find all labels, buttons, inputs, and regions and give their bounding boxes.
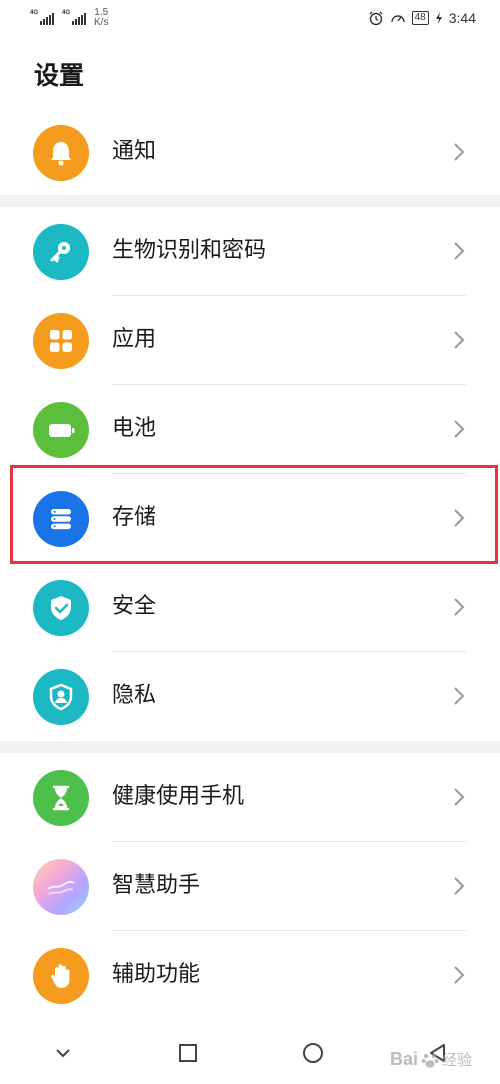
battery-icon (33, 402, 89, 458)
home-circle-icon[interactable] (302, 1042, 324, 1064)
key-icon (33, 224, 89, 280)
hourglass-icon (33, 770, 89, 826)
chevron-right-icon (454, 966, 465, 984)
speedometer-icon (390, 15, 405, 23)
bell-icon (33, 125, 89, 181)
chevron-right-icon (454, 420, 465, 438)
watermark-brand: Bai (389, 1049, 418, 1069)
chevron-right-icon (454, 331, 465, 349)
alarm-clock-icon (369, 11, 383, 26)
shield-check-icon (33, 580, 89, 636)
settings-item-label: 智慧助手 (112, 873, 201, 898)
network-speed: 1.5 K/s (94, 8, 108, 28)
chevron-right-icon (454, 598, 465, 616)
settings-item-label: 健康使用手机 (112, 784, 245, 809)
page-title: 设置 (34, 61, 85, 90)
settings-group-1: 通知 (0, 108, 500, 197)
chevron-right-icon (454, 687, 465, 705)
settings-item-notifications[interactable]: 通知 (0, 108, 500, 197)
settings-item-apps[interactable]: 应用 (0, 296, 500, 385)
signal-1-icon: 4G (30, 10, 54, 25)
recents-square-icon[interactable] (177, 1042, 199, 1064)
settings-item-label: 应用 (112, 327, 157, 352)
settings-item-label: 电池 (112, 416, 157, 441)
settings-item-digital-balance[interactable]: 健康使用手机 (0, 753, 500, 842)
apps-grid-icon (33, 313, 89, 369)
storage-icon (33, 491, 89, 547)
status-bar: 4G 4G 1.5 K/s 48 3:44 (0, 0, 500, 36)
baidu-watermark: Bai 经验 (390, 1049, 472, 1070)
chevron-right-icon (454, 143, 465, 161)
settings-item-label: 存储 (112, 505, 157, 530)
chevron-right-icon (454, 509, 465, 527)
hand-icon (33, 948, 89, 1004)
network-speed-unit: K/s (94, 17, 109, 28)
settings-item-storage[interactable]: 存储 (0, 474, 500, 563)
settings-item-battery[interactable]: 电池 (0, 385, 500, 474)
charging-bolt-icon (435, 12, 442, 24)
settings-item-biometrics-password[interactable]: 生物识别和密码 (0, 207, 500, 296)
settings-group-3: 健康使用手机 智慧助手 辅助功能 (0, 753, 500, 1020)
settings-item-label: 通知 (112, 139, 157, 164)
settings-item-security[interactable]: 安全 (0, 563, 500, 652)
signal-2-icon: 4G (62, 10, 86, 25)
settings-item-label: 辅助功能 (112, 962, 201, 987)
watermark-brand-tail: 经验 (441, 1052, 472, 1069)
signal-1-tag: 4G (30, 10, 39, 16)
signal-2-tag: 4G (62, 10, 71, 16)
settings-item-label: 生物识别和密码 (112, 238, 267, 263)
assistant-orb-icon (33, 859, 89, 915)
settings-item-privacy[interactable]: 隐私 (0, 652, 500, 741)
settings-group-2: 生物识别和密码 应用 电池 存储 安全 隐私 (0, 207, 500, 741)
privacy-icon (33, 669, 89, 725)
chevron-down-icon[interactable] (52, 1042, 74, 1064)
chevron-right-icon (454, 242, 465, 260)
battery-indicator: 48 (411, 11, 429, 25)
settings-item-smart-assistant[interactable]: 智慧助手 (0, 842, 500, 931)
settings-item-label: 隐私 (112, 683, 157, 708)
paw-logo-icon (421, 1053, 439, 1068)
status-left: 4G 4G 1.5 K/s (30, 8, 108, 28)
clock-time: 3:44 (448, 10, 476, 26)
status-right: 48 3:44 (368, 10, 476, 26)
chevron-right-icon (454, 788, 465, 806)
settings-item-label: 安全 (112, 594, 157, 619)
chevron-right-icon (454, 877, 465, 895)
group-separator (0, 741, 500, 753)
group-separator (0, 195, 500, 207)
settings-item-accessibility[interactable]: 辅助功能 (0, 931, 500, 1020)
